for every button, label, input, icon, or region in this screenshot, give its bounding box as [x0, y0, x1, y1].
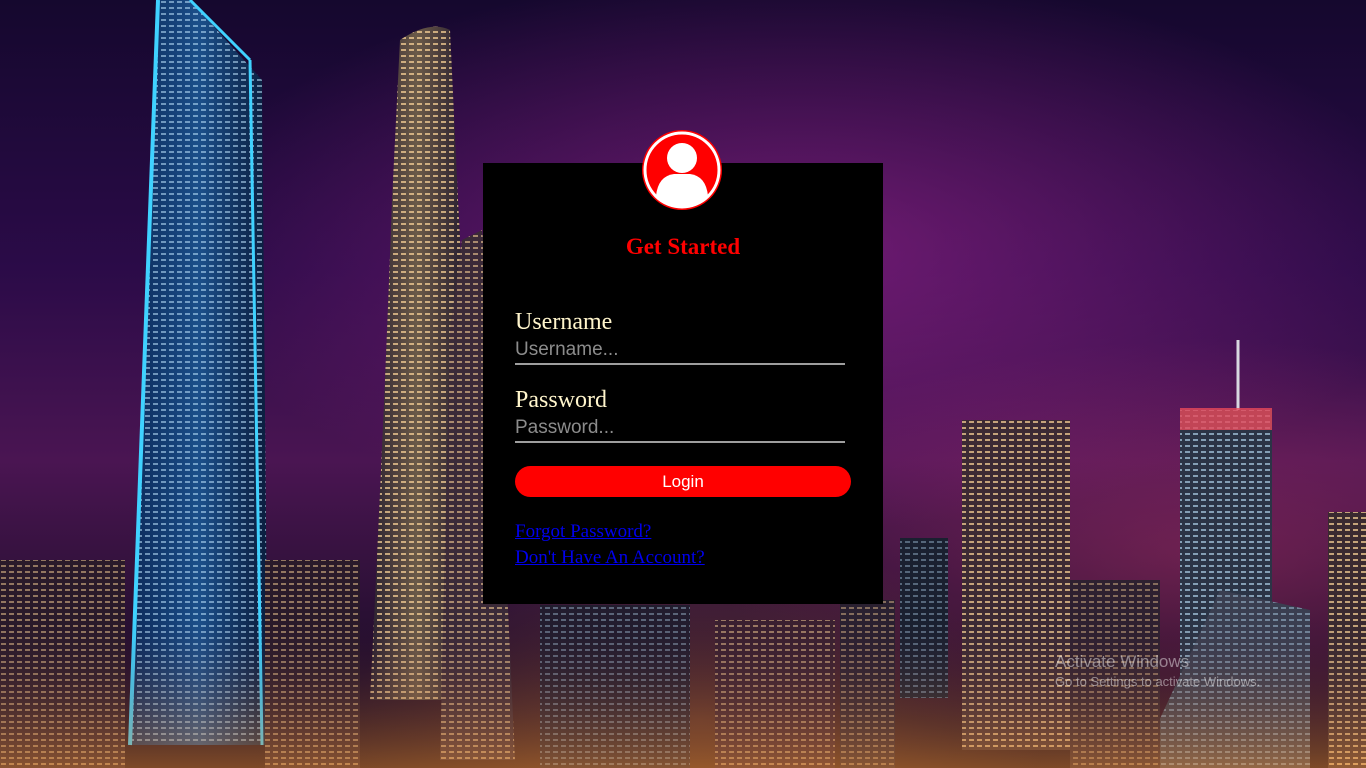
username-input[interactable] — [515, 337, 845, 365]
login-card: Get Started Username Password Login Forg… — [483, 130, 883, 604]
username-label: Username — [515, 309, 613, 335]
password-label: Password — [515, 387, 608, 413]
login-button[interactable]: Login — [515, 466, 851, 497]
user-avatar-icon — [642, 130, 722, 210]
form-title: Get Started — [625, 234, 741, 259]
forgot-password-link[interactable]: Forgot Password? — [515, 521, 651, 543]
watermark-subtitle: Go to Settings to activate Windows. — [1055, 674, 1261, 689]
signup-link[interactable]: Don't Have An Account? — [515, 547, 705, 569]
user-icon — [643, 131, 721, 209]
watermark-title: Activate Windows — [1055, 652, 1190, 671]
activate-windows-watermark: Activate Windows Go to Settings to activ… — [1055, 652, 1260, 689]
password-input[interactable] — [515, 415, 845, 443]
